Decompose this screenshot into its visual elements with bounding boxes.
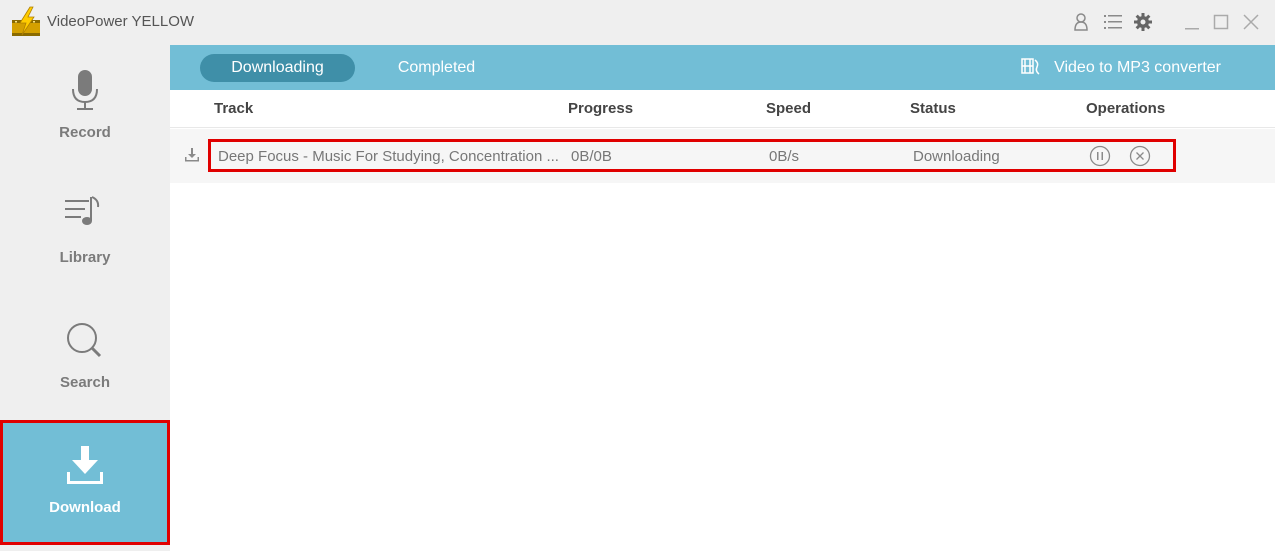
table-row[interactable]: Deep Focus - Music For Studying, Concent…: [170, 129, 1275, 183]
download-icon: [61, 442, 109, 490]
download-status-icon: [184, 147, 200, 163]
app-window: VideoPower YELLOW Record Library Search …: [0, 0, 1275, 551]
close-icon[interactable]: [1241, 12, 1261, 32]
sidebar-item-label: Download: [49, 499, 121, 516]
video-audio-convert-icon: [1020, 55, 1042, 82]
tab-downloading[interactable]: Downloading: [200, 54, 355, 82]
converter-label: Video to MP3 converter: [1054, 59, 1221, 76]
column-header-track: Track: [214, 100, 254, 117]
search-icon: [61, 317, 109, 365]
row-highlight-box: [208, 139, 1176, 172]
maximize-icon[interactable]: [1211, 12, 1231, 32]
app-logo-icon: [11, 6, 41, 38]
minimize-icon[interactable]: [1182, 12, 1202, 32]
menu-list-icon[interactable]: [1103, 12, 1123, 32]
sidebar-item-record[interactable]: Record: [0, 45, 170, 170]
table-header: Track Progress Speed Status Operations: [170, 90, 1275, 128]
sidebar-item-label: Record: [59, 124, 111, 141]
sidebar: Record Library Search Download: [0, 45, 170, 551]
gear-icon[interactable]: [1133, 12, 1153, 32]
tabs-bar: Downloading Completed Video to MP3 conve…: [170, 45, 1275, 90]
column-header-operations: Operations: [1086, 100, 1166, 117]
tab-completed[interactable]: Completed: [370, 54, 503, 82]
user-icon[interactable]: [1071, 12, 1091, 32]
title-bar: VideoPower YELLOW: [0, 0, 1275, 45]
column-header-speed: Speed: [766, 100, 812, 117]
sidebar-item-label: Search: [59, 374, 111, 391]
video-to-mp3-converter-button[interactable]: Video to MP3 converter: [1020, 56, 1221, 80]
sidebar-item-label: Library: [59, 249, 111, 266]
sidebar-item-search[interactable]: Search: [0, 295, 170, 420]
app-title: VideoPower YELLOW: [47, 13, 195, 30]
music-list-icon: [61, 192, 109, 240]
column-header-progress: Progress: [568, 100, 634, 117]
column-header-status: Status: [910, 100, 956, 117]
microphone-icon: [61, 67, 109, 115]
sidebar-item-library[interactable]: Library: [0, 170, 170, 295]
sidebar-item-download[interactable]: Download: [0, 420, 170, 545]
